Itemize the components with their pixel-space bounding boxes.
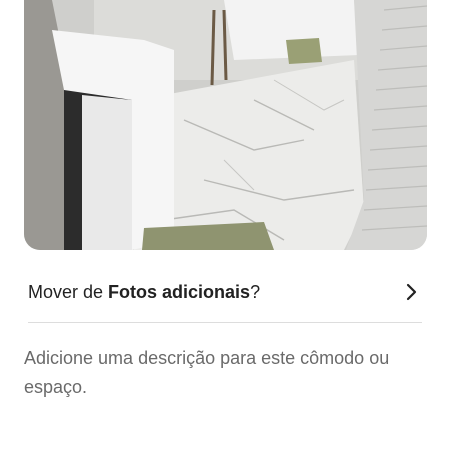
divider bbox=[28, 322, 422, 323]
move-suffix-text: ? bbox=[250, 281, 261, 302]
move-prefix-text: Mover de bbox=[28, 281, 109, 302]
room-photo[interactable] bbox=[24, 0, 427, 250]
move-album-label: Mover de Fotos adicionais? bbox=[24, 282, 260, 303]
room-photo-image bbox=[24, 0, 427, 250]
album-name: Fotos adicionais bbox=[108, 281, 251, 302]
move-album-row[interactable]: Mover de Fotos adicionais? bbox=[24, 272, 426, 312]
description-field[interactable]: Adicione uma descrição para este cômodo … bbox=[24, 344, 434, 402]
chevron-right-icon bbox=[406, 283, 417, 301]
